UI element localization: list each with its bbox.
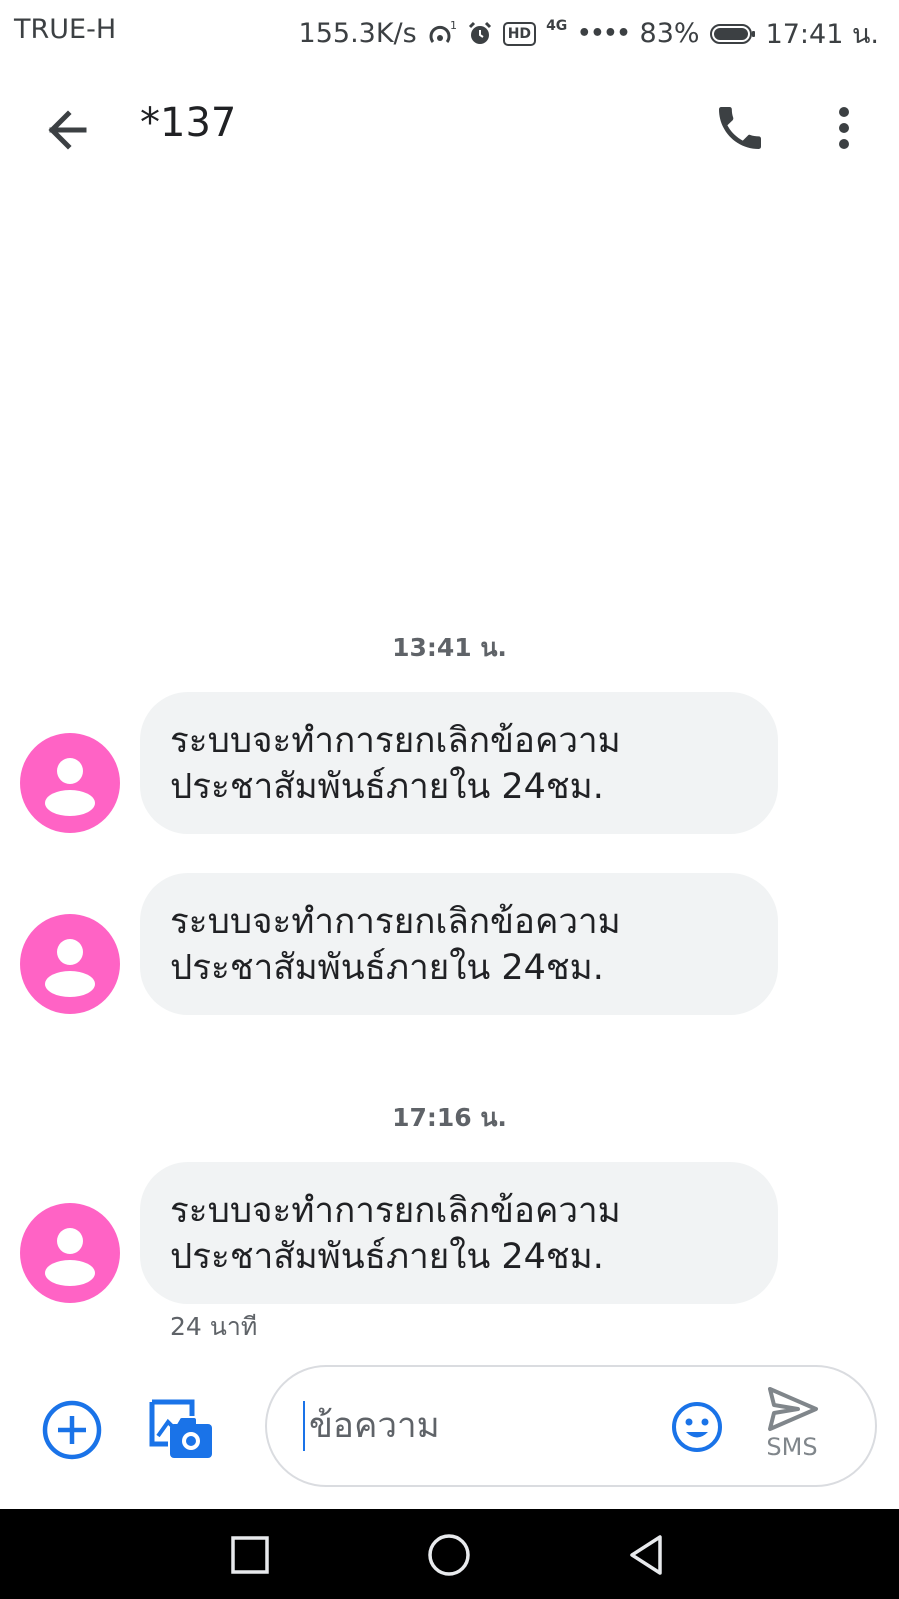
conversation-title: *137 (140, 100, 237, 146)
circle-icon (428, 1534, 470, 1576)
message-bubble[interactable]: ระบบจะทำการยกเลิกข้อความ ประชาสัมพันธ์ภา… (140, 1162, 778, 1304)
add-circle-icon (42, 1400, 102, 1460)
avatar[interactable] (20, 733, 120, 833)
message-text-line: ระบบจะทำการยกเลิกข้อความ (170, 902, 621, 942)
message-input-container: SMS (265, 1365, 877, 1487)
emoji-icon (672, 1402, 722, 1452)
person-icon (45, 758, 95, 816)
send-button[interactable]: SMS (757, 1385, 827, 1469)
hotspot-count: 1 (450, 20, 457, 32)
timestamp-divider: 17:16 น. (392, 1103, 507, 1132)
battery-icon (709, 22, 756, 46)
send-icon (768, 1387, 818, 1431)
more-vert-icon (839, 107, 849, 149)
arrow-left-icon (48, 110, 87, 150)
triangle-icon (630, 1535, 662, 1575)
avatar[interactable] (20, 1203, 120, 1303)
square-icon (231, 1536, 269, 1574)
signal-strength: •••• (577, 21, 630, 46)
call-button[interactable] (712, 100, 768, 156)
phone-icon (719, 107, 761, 149)
network-speed: 155.3K/s (298, 18, 417, 49)
gallery-button[interactable] (148, 1396, 216, 1462)
avatar[interactable] (20, 914, 120, 1014)
message-row: ระบบจะทำการยกเลิกข้อความ ประชาสัมพันธ์ภา… (0, 873, 899, 1015)
message-bubble[interactable]: ระบบจะทำการยกเลิกข้อความ ประชาสัมพันธ์ภา… (140, 692, 778, 834)
more-options-button[interactable] (822, 100, 866, 156)
nav-back-button[interactable] (624, 1531, 672, 1579)
hotspot-icon: 1 (427, 20, 457, 48)
emoji-button[interactable] (671, 1401, 723, 1453)
network-type: 4G (546, 17, 568, 34)
send-type-label: SMS (766, 1433, 818, 1461)
person-icon (45, 1228, 95, 1286)
battery-percent: 83% (639, 18, 700, 49)
gallery-camera-icon (149, 1399, 212, 1458)
person-icon (45, 939, 95, 997)
message-text-line: ประชาสัมพันธ์ภายใน 24ชม. (170, 767, 604, 807)
home-button[interactable] (425, 1531, 473, 1579)
alarm-icon (467, 21, 493, 47)
hd-voice-badge: HD (502, 21, 537, 46)
recents-button[interactable] (226, 1531, 274, 1579)
message-bubble[interactable]: ระบบจะทำการยกเลิกข้อความ ประชาสัมพันธ์ภา… (140, 873, 778, 1015)
add-attachment-button[interactable] (40, 1398, 104, 1462)
clock: 17:41 น. (765, 19, 879, 50)
timestamp-divider: 13:41 น. (392, 633, 507, 662)
message-input[interactable] (303, 1401, 649, 1451)
message-text-line: ประชาสัมพันธ์ภายใน 24ชม. (170, 948, 604, 988)
app-bar: *137 (0, 64, 899, 194)
message-text-line: ระบบจะทำการยกเลิกข้อความ (170, 1191, 621, 1231)
message-status: 24 นาที (170, 1312, 258, 1341)
message-row: ระบบจะทำการยกเลิกข้อความ ประชาสัมพันธ์ภา… (0, 692, 899, 834)
status-bar: TRUE-H 155.3K/s 1 HD 4G •••• 83% 17:41 น… (0, 0, 899, 64)
back-button[interactable] (40, 102, 100, 158)
system-navigation-bar (0, 1509, 899, 1599)
compose-bar: SMS (0, 1360, 899, 1490)
message-text-line: ประชาสัมพันธ์ภายใน 24ชม. (170, 1237, 604, 1277)
message-text-line: ระบบจะทำการยกเลิกข้อความ (170, 721, 621, 761)
carrier-name: TRUE-H (14, 14, 117, 45)
status-right-group: 155.3K/s 1 HD 4G •••• 83% 17:41 น. (299, 12, 879, 55)
message-row: ระบบจะทำการยกเลิกข้อความ ประชาสัมพันธ์ภา… (0, 1162, 899, 1304)
